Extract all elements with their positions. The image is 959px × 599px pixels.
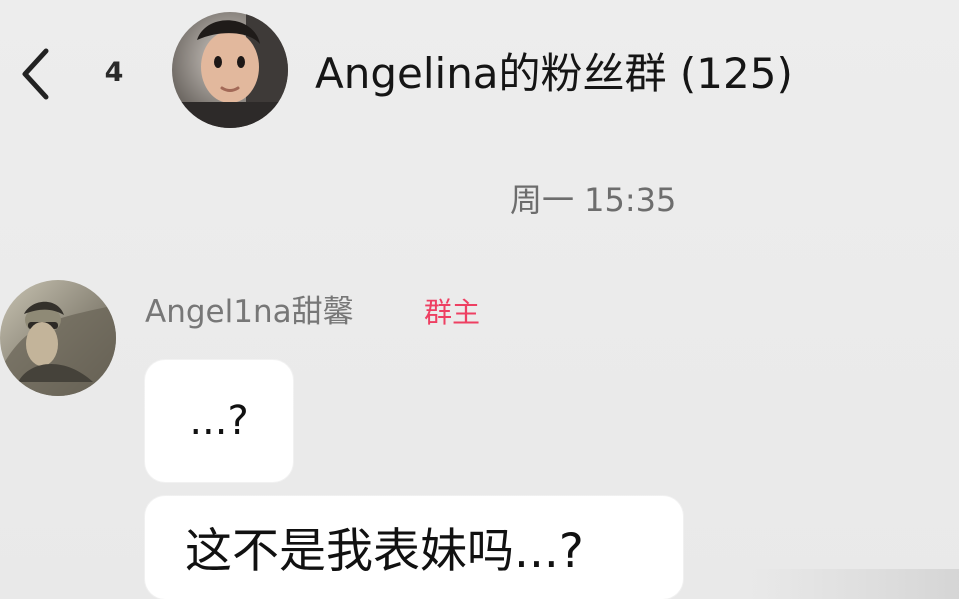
sender-name[interactable]: Angel1na甜馨 (145, 292, 354, 332)
chat-screen: 4 Angelina的粉丝群 (125) 周一 15:35 Angel1na甜馨… (0, 0, 959, 599)
group-title: Angelina的粉丝群 (125) (315, 49, 793, 98)
message-bubble[interactable]: ...? (145, 360, 293, 482)
image-corner-smudge (749, 569, 959, 599)
message-timestamp: 周一 15:35 (510, 181, 677, 219)
sender-avatar[interactable] (0, 280, 116, 396)
message-bubble[interactable]: 这不是我表妹吗...? (145, 496, 683, 599)
chevron-left-icon (22, 48, 49, 100)
unread-count-badge[interactable]: 4 (98, 52, 130, 94)
group-avatar[interactable] (172, 12, 288, 128)
back-button[interactable] (12, 38, 58, 110)
group-owner-badge: 群主 (424, 296, 481, 329)
